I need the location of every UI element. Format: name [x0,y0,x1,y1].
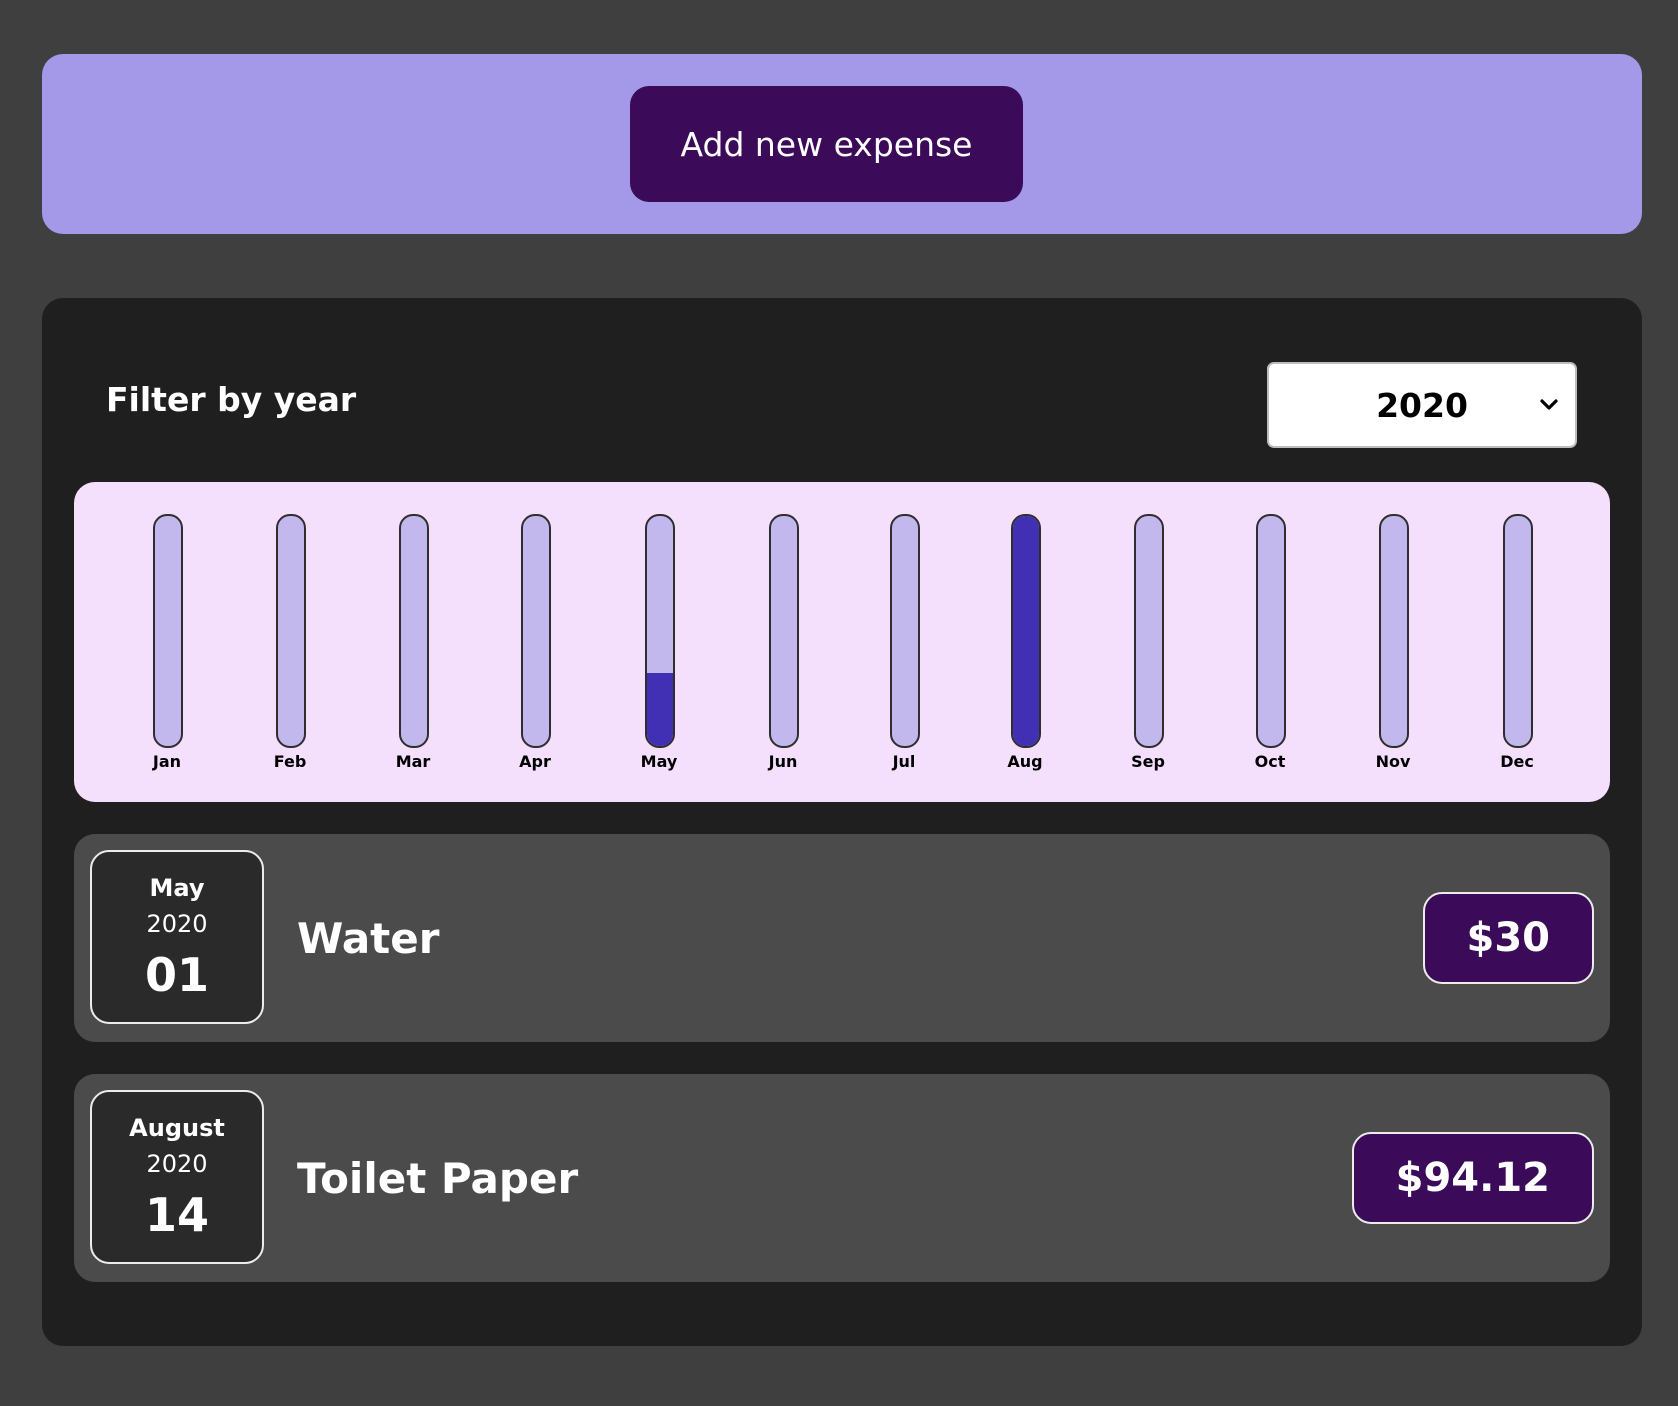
expense-date-month: August [129,1114,225,1142]
chart-bar-label: Jul [892,752,916,771]
chart-bar-label: Jan [152,752,182,771]
chart-bar-track [1379,514,1409,748]
chart-bar-sep: Sep [1118,514,1178,774]
chart-bar-label: Jun [768,752,798,771]
expense-title: Toilet Paper [297,1154,579,1203]
chart-bar-aug: Aug [995,514,1055,774]
expense-amount: $30 [1422,892,1594,984]
expense-item: May 2020 01 Water $30 [74,834,1610,1042]
chart-bar-may: May [629,514,689,774]
chart-bar-track [1256,514,1286,748]
chart-bar-jul: Jul [874,514,934,774]
chart-bar-track [1134,514,1164,748]
chart-bar-track [153,514,183,748]
add-new-expense-button[interactable]: Add new expense [630,86,1023,202]
expense-title: Water [297,914,440,963]
chart-bar-fill [647,672,673,746]
expense-date: August 2020 14 [90,1090,264,1264]
chart-bar-label: Sep [1131,752,1165,771]
chart-bar-label: Dec [1500,752,1534,771]
chart-bar-label: Oct [1254,752,1286,771]
expense-item: August 2020 14 Toilet Paper $94.12 [74,1074,1610,1282]
expense-date-year: 2020 [146,1150,208,1178]
expense-date-year: 2020 [146,910,208,938]
chart-bar-apr: Apr [505,514,565,774]
chart-bar-jan: Jan [137,514,197,774]
chart-bar-label: Nov [1375,752,1411,771]
chart-bar-track [1011,514,1041,748]
chart-bar-track [521,514,551,748]
chart-bar-oct: Oct [1240,514,1300,774]
chart-bar-feb: Feb [260,514,320,774]
expense-date-day: 14 [144,1188,209,1242]
chart-bar-track [890,514,920,748]
year-select[interactable]: 2020 [1267,362,1577,448]
expense-amount: $94.12 [1351,1132,1594,1224]
filter-label: Filter by year [106,380,357,419]
chart-bar-track [399,514,429,748]
expenses-chart: Jan Feb Mar Apr May Jun Jul Aug Sep Oct Nov Dec [74,482,1610,802]
chart-bar-track [1503,514,1533,748]
year-select-value: 2020 [1376,385,1468,425]
expense-date: May 2020 01 [90,850,264,1024]
chart-bar-dec: Dec [1487,514,1547,774]
expenses-panel: Filter by year 2020 Jan Feb Mar Apr May Jun Ju… [42,298,1642,1346]
chart-bar-track [276,514,306,748]
chevron-down-icon [1540,399,1558,410]
chart-bar-label: Apr [519,752,551,771]
chart-bar-label: May [640,752,678,771]
new-expense-panel: Add new expense [42,54,1642,234]
expense-date-day: 01 [144,948,209,1002]
chart-bar-mar: Mar [383,514,443,774]
chart-bar-jun: Jun [753,514,813,774]
expense-date-month: May [149,874,205,902]
chart-bar-track [645,514,675,748]
chart-bar-label: Aug [1007,752,1043,771]
chart-bar-fill [1013,516,1039,746]
chart-bar-label: Feb [273,752,307,771]
chart-bar-track [769,514,799,748]
chart-bar-label: Mar [395,752,431,771]
chart-bar-nov: Nov [1363,514,1423,774]
